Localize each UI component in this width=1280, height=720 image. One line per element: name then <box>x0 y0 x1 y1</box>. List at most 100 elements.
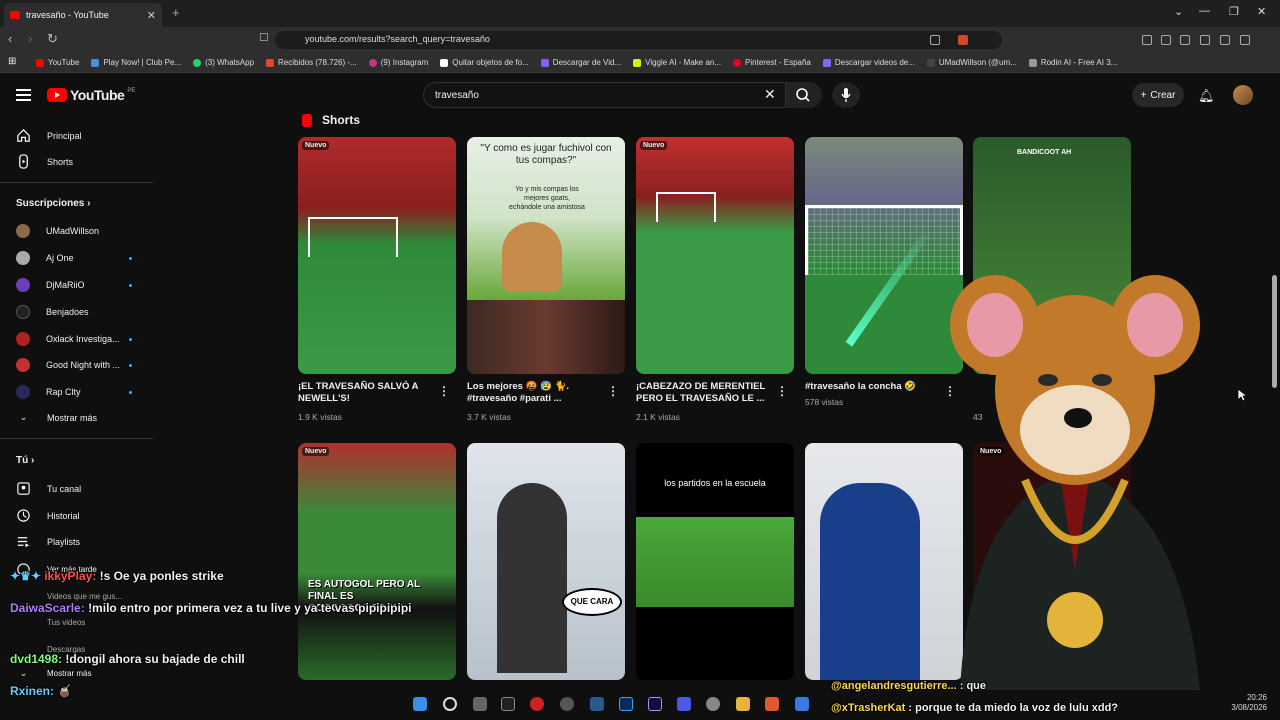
maximize-icon[interactable]: ❐ <box>1229 5 1239 18</box>
short-thumbnail[interactable]: "Y como es jugar fuchivol con tus compas… <box>467 137 625 374</box>
notifications-bell-icon[interactable]: 🔔︎ <box>1198 88 1215 104</box>
subscription-item[interactable]: Good Night with ... <box>16 358 120 372</box>
tab-list-icon[interactable]: ⌄ <box>1174 5 1183 18</box>
bookmark-item[interactable]: Play Now! | Club Pe... <box>91 58 181 67</box>
close-window-icon[interactable]: ✕ <box>1257 5 1266 18</box>
short-title[interactable]: ¡EL TRAVESAÑO SALVÓ A NEWELL'S! <box>298 381 433 405</box>
obs-icon[interactable] <box>560 697 574 711</box>
sidebar-item-home[interactable]: Principal <box>16 128 82 143</box>
windows-start-icon[interactable] <box>413 697 427 711</box>
viggle-icon <box>633 58 642 67</box>
bookmark-item[interactable]: Viggle AI - Make an... <box>633 58 721 67</box>
more-options-icon[interactable]: ⋮ <box>438 384 450 398</box>
user-avatar[interactable] <box>1233 85 1253 105</box>
vegas-icon[interactable] <box>677 697 691 711</box>
sidebar-item-shorts[interactable]: Shorts <box>16 154 73 169</box>
new-tab-icon[interactable]: + <box>172 5 180 20</box>
voice-search-button[interactable] <box>832 82 860 108</box>
search-taskbar-icon[interactable] <box>443 697 457 711</box>
search-button[interactable] <box>786 82 822 108</box>
bookmark-item[interactable]: Descargar videos de... <box>822 58 915 67</box>
file-explorer-icon[interactable] <box>736 697 750 711</box>
minimize-icon[interactable]: — <box>1199 5 1210 17</box>
short-thumbnail[interactable]: Nuevo ES AUTOGOL PERO AL FINAL ES GOOOOO… <box>298 443 456 680</box>
hamburger-menu-icon[interactable] <box>16 89 31 101</box>
user-box-icon <box>17 482 30 495</box>
youtube-favicon-icon <box>10 11 20 19</box>
browser-tab[interactable]: travesaño - YouTube ✕ <box>4 3 162 27</box>
bookmark-item[interactable]: Rodin AI - Free AI 3... <box>1028 58 1117 67</box>
bookmark-item[interactable]: (3) WhatsApp <box>193 58 254 67</box>
bookmark-item[interactable]: UMadWillson (@um... <box>926 58 1017 67</box>
apps-grid-icon[interactable]: ⊞ <box>8 56 16 67</box>
short-title[interactable]: Los mejores 🤬 😰 🐈. #travesaño #parati ..… <box>467 381 602 405</box>
clear-search-icon[interactable]: ✕ <box>764 86 776 103</box>
sidebar-item-history[interactable]: Historial <box>16 508 80 523</box>
subscription-item[interactable]: Rap Clty <box>16 385 81 399</box>
subscription-item[interactable]: Aj One <box>16 251 74 265</box>
vpn-icon[interactable] <box>1240 35 1250 45</box>
url-field[interactable]: youtube.com/results?search_query=travesa… <box>275 31 1002 49</box>
short-thumbnail[interactable]: Nuevo <box>298 137 456 374</box>
tiktok-icon <box>926 58 935 67</box>
channel-avatar <box>16 251 30 265</box>
leo-ai-icon[interactable] <box>1220 35 1230 45</box>
terminal-icon[interactable] <box>501 697 515 711</box>
sidebar-item-your-videos[interactable]: Tus videos <box>16 615 85 630</box>
extensions-icon[interactable] <box>1142 35 1152 45</box>
bookmark-item[interactable]: Quitar objetos de fo... <box>440 58 529 67</box>
brave-shield-icon[interactable] <box>958 35 968 45</box>
short-title[interactable]: ¡CABEZAZO DE MERENTIEL PERO EL TRAVESAÑO… <box>636 381 771 405</box>
short-thumbnail[interactable]: los partidos en la escuela <box>636 443 794 680</box>
create-button[interactable]: + Crear <box>1132 83 1184 107</box>
show-more-you[interactable]: ⌄ Mostrar más <box>16 668 92 679</box>
new-badge: Nuevo <box>302 141 330 150</box>
you-header[interactable]: Tú › <box>16 455 34 466</box>
bookmark-item[interactable]: (9) Instagram <box>368 58 428 67</box>
bookmark-icon[interactable]: ☐ <box>259 31 269 44</box>
reload-icon[interactable]: ↻ <box>47 31 58 47</box>
task-view-icon[interactable] <box>473 697 487 711</box>
subscriptions-header[interactable]: Suscripciones › <box>16 198 90 209</box>
brave-browser-icon[interactable] <box>765 697 779 711</box>
menu-icon[interactable] <box>1260 35 1270 45</box>
record-app-icon[interactable] <box>530 697 544 711</box>
premiere-icon[interactable] <box>648 697 662 711</box>
bookmark-item[interactable]: Pinterest - España <box>733 58 811 67</box>
sidebar-item-playlists[interactable]: Playlists <box>16 534 80 549</box>
bookmark-item[interactable]: Descargar de Vid... <box>540 58 621 67</box>
search-input[interactable]: travesaño <box>423 82 786 108</box>
more-options-icon[interactable]: ⋮ <box>607 384 619 398</box>
short-title[interactable]: #travesaño la concha 🤣 <box>805 381 940 393</box>
notepad-icon[interactable] <box>795 697 809 711</box>
subscription-item[interactable]: UMadWillson <box>16 224 99 238</box>
photoshop-icon[interactable] <box>619 697 633 711</box>
sidebar-toggle-icon[interactable] <box>1180 35 1190 45</box>
new-badge: Nuevo <box>302 447 330 456</box>
show-more-subscriptions[interactable]: ⌄ Mostrar más <box>16 412 97 423</box>
page-scrollbar[interactable] <box>1272 275 1277 388</box>
chevron-right-icon: › <box>31 455 35 466</box>
sidebar-item-your-channel[interactable]: Tu canal <box>16 481 81 496</box>
brave-rewards-icon[interactable] <box>980 35 990 45</box>
forward-icon[interactable]: › <box>28 31 32 46</box>
subscription-item[interactable]: Oxlack Investiga... <box>16 332 120 346</box>
short-thumbnail[interactable]: Nuevo <box>636 137 794 374</box>
editor-icon[interactable] <box>590 697 604 711</box>
wallet-icon[interactable] <box>1200 35 1210 45</box>
subscription-item[interactable]: Benjadoes <box>16 305 89 319</box>
bookmark-item[interactable]: YouTube <box>36 58 79 67</box>
bookmark-item[interactable]: Recibidos (78.726) -... <box>266 58 357 67</box>
subscription-item[interactable]: DjMaRiiO <box>16 278 85 292</box>
cast-icon[interactable] <box>930 35 940 45</box>
short-thumbnail[interactable]: QUE CARA <box>467 443 625 680</box>
sidebar: Principal Shorts Suscripciones › UMadWil… <box>0 116 153 720</box>
download-icon[interactable] <box>1161 35 1171 45</box>
back-icon[interactable]: ‹ <box>8 31 12 46</box>
tab-close-icon[interactable]: ✕ <box>147 9 156 22</box>
taskbar-clock[interactable]: 20:26 3/08/2026 <box>1227 693 1267 713</box>
youtube-logo[interactable]: YouTube PE <box>47 87 135 103</box>
settings-app-icon[interactable] <box>706 697 720 711</box>
more-options-icon[interactable]: ⋮ <box>776 384 788 398</box>
search-icon <box>796 88 810 102</box>
